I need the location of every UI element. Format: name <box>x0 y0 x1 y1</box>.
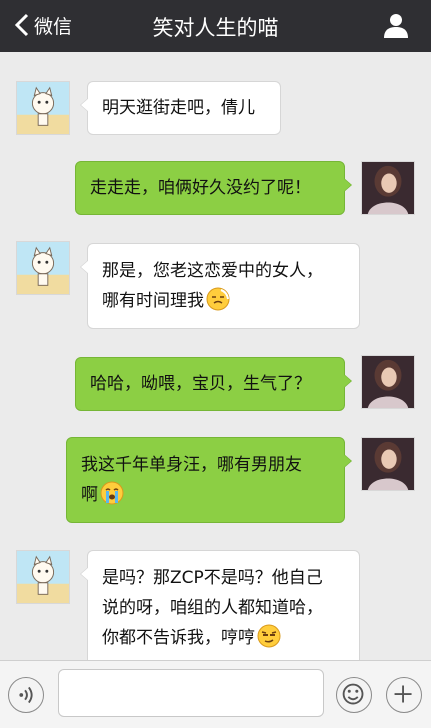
chat-area[interactable]: 明天逛街走吧，倩儿 走走走，咱俩好久没约了呢！ 那是，您老这恋爱中的女人， 哪有… <box>0 52 431 660</box>
contact-avatar[interactable] <box>16 81 70 135</box>
message-bubble[interactable]: 哈哈，呦喂，宝贝，生气了？ <box>75 357 352 411</box>
more-button[interactable] <box>386 677 422 713</box>
input-bar <box>0 660 431 728</box>
message-bubble[interactable]: 明天逛街走吧，倩儿 <box>80 81 281 135</box>
top-bar: 微信 笑对人生的喵 <box>0 0 431 52</box>
message-text: 我这千年单身汪，哪有男朋友 <box>81 455 302 475</box>
smiley-icon <box>342 683 364 705</box>
message-text: 你都不告诉我，哼哼 <box>102 628 255 648</box>
message-bubble[interactable]: 走走走，咱俩好久没约了呢！ <box>75 161 352 215</box>
message-text: 啊 <box>81 485 98 505</box>
message-text: 哈哈，呦喂，宝贝，生气了？ <box>90 374 311 394</box>
person-icon[interactable] <box>383 12 409 38</box>
emoji-button[interactable] <box>336 677 372 713</box>
message-text: 走走走，咱俩好久没约了呢！ <box>90 178 311 198</box>
message-bubble[interactable]: 我这千年单身汪，哪有男朋友 啊 <box>66 437 352 523</box>
cat-avatar-icon <box>17 242 69 294</box>
crying-emoji-icon <box>100 481 124 505</box>
voice-icon <box>19 686 33 704</box>
embarrassed-emoji-icon <box>206 287 230 311</box>
plus-icon <box>394 685 412 703</box>
photo-avatar-icon <box>362 356 414 408</box>
cat-avatar-icon <box>17 551 69 603</box>
message-text: 哪有时间理我 <box>102 291 204 311</box>
photo-avatar-icon <box>362 162 414 214</box>
my-avatar[interactable] <box>361 355 415 409</box>
photo-avatar-icon <box>362 438 414 490</box>
contact-avatar[interactable] <box>16 241 70 295</box>
contact-avatar[interactable] <box>16 550 70 604</box>
message-text: 是吗？那ZCP不是吗？他自己 <box>102 568 323 588</box>
message-input[interactable] <box>58 669 324 717</box>
message-text: 那是，您老这恋爱中的女人， <box>102 261 323 281</box>
message-bubble[interactable]: 那是，您老这恋爱中的女人， 哪有时间理我 <box>80 243 360 329</box>
my-avatar[interactable] <box>361 161 415 215</box>
voice-button[interactable] <box>8 677 44 713</box>
message-text: 说的呀，咱组的人都知道哈， <box>102 598 323 618</box>
cat-avatar-icon <box>17 82 69 134</box>
smug-emoji-icon <box>257 624 281 648</box>
my-avatar[interactable] <box>361 437 415 491</box>
message-text: 明天逛街走吧，倩儿 <box>102 98 255 118</box>
message-bubble[interactable]: 是吗？那ZCP不是吗？他自己 说的呀，咱组的人都知道哈， 你都不告诉我，哼哼 <box>80 550 360 660</box>
chat-title: 笑对人生的喵 <box>152 16 279 40</box>
